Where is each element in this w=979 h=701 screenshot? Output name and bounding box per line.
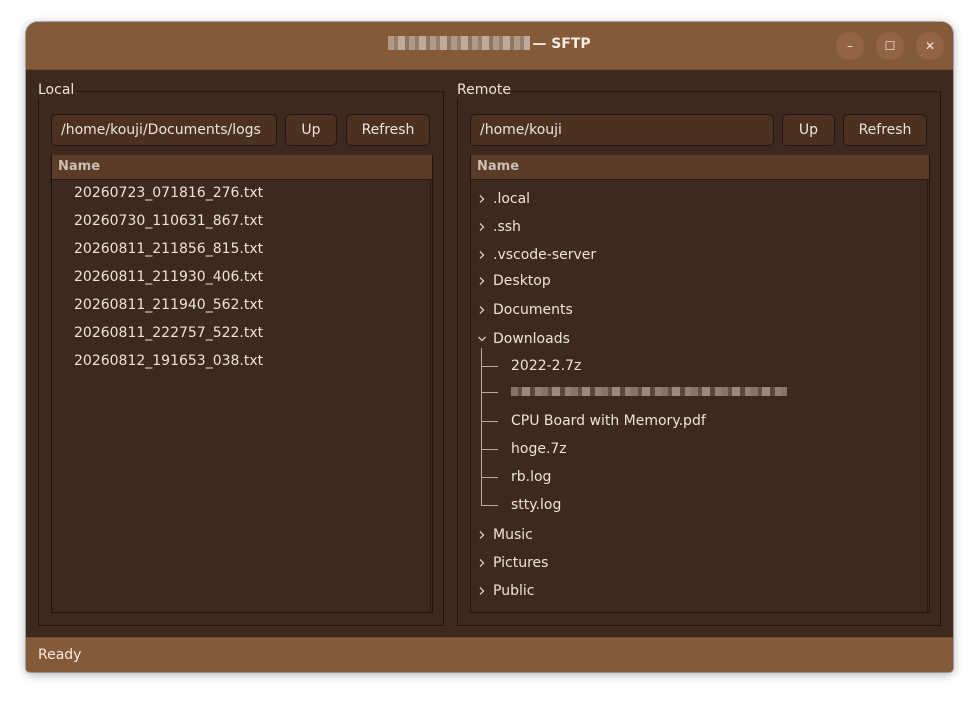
remote-folder-row[interactable]: Pictures bbox=[471, 554, 911, 572]
local-file-row[interactable]: 20260812_191653_038.txt bbox=[74, 352, 263, 370]
window-title: — SFTP bbox=[26, 36, 953, 52]
tree-branch-line bbox=[481, 421, 498, 422]
local-path-input[interactable]: /home/kouji/Documents/logs bbox=[51, 114, 277, 146]
local-file-list[interactable]: Name 20260723_071816_276.txt 20260730_110… bbox=[51, 155, 433, 613]
chevron-right-icon[interactable] bbox=[476, 585, 488, 597]
local-scrollbar[interactable] bbox=[430, 180, 431, 612]
chevron-down-icon[interactable] bbox=[476, 333, 488, 345]
folder-name: Desktop bbox=[493, 273, 551, 289]
status-bar: Ready bbox=[26, 637, 953, 672]
blurred-hostname bbox=[388, 36, 531, 50]
sftp-window: — SFTP – ☐ ✕ Local /home/kouji/Documents… bbox=[26, 22, 953, 672]
tree-branch-line bbox=[481, 366, 498, 367]
tree-branch-line bbox=[481, 449, 498, 450]
close-button[interactable]: ✕ bbox=[916, 32, 944, 60]
chevron-right-icon[interactable] bbox=[476, 529, 488, 541]
local-file-row[interactable]: 20260811_211940_562.txt bbox=[74, 296, 263, 314]
folder-name: .local bbox=[493, 191, 531, 207]
chevron-right-icon[interactable] bbox=[476, 557, 488, 569]
remote-folder-row[interactable]: Documents bbox=[471, 301, 911, 319]
chevron-right-icon[interactable] bbox=[476, 193, 488, 205]
remote-folder-row[interactable]: .ssh bbox=[471, 218, 911, 236]
remote-file-row[interactable]: 2022-2.7z bbox=[511, 357, 581, 375]
folder-name: .ssh bbox=[493, 219, 521, 235]
folder-name: Downloads bbox=[493, 331, 570, 347]
remote-folder-row[interactable]: Music bbox=[471, 526, 911, 544]
remote-folder-row[interactable]: Downloads bbox=[471, 330, 911, 348]
remote-file-row[interactable]: hoge.7z bbox=[511, 440, 567, 458]
remote-path-input[interactable]: /home/kouji bbox=[470, 114, 774, 146]
folder-name: .vscode-server bbox=[493, 247, 597, 263]
tree-branch-line bbox=[481, 505, 498, 506]
remote-file-row-redacted[interactable] bbox=[511, 387, 787, 396]
remote-up-button[interactable]: Up bbox=[782, 114, 835, 146]
local-refresh-button[interactable]: Refresh bbox=[346, 114, 430, 146]
tree-branch-line bbox=[481, 392, 498, 393]
tree-branch-line bbox=[481, 348, 482, 505]
remote-folder-row[interactable]: Desktop bbox=[471, 272, 911, 290]
remote-file-row[interactable]: CPU Board with Memory.pdf bbox=[511, 412, 706, 430]
chevron-right-icon[interactable] bbox=[476, 304, 488, 316]
maximize-button[interactable]: ☐ bbox=[876, 32, 904, 60]
remote-refresh-button[interactable]: Refresh bbox=[843, 114, 927, 146]
remote-label: Remote bbox=[455, 82, 514, 98]
local-name-column-header[interactable]: Name bbox=[52, 155, 432, 180]
remote-file-tree[interactable]: Name .config.local.ssh.vscode-serverDesk… bbox=[470, 155, 930, 613]
local-up-button[interactable]: Up bbox=[285, 114, 337, 146]
minimize-button[interactable]: – bbox=[836, 32, 864, 60]
remote-file-row[interactable]: rb.log bbox=[511, 468, 551, 486]
remote-folder-row[interactable]: .local bbox=[471, 190, 911, 208]
remote-file-row[interactable]: stty.log bbox=[511, 496, 561, 514]
remote-folder-row[interactable]: Public bbox=[471, 582, 911, 600]
local-file-row[interactable]: 20260811_211856_815.txt bbox=[74, 240, 263, 258]
remote-scrollbar[interactable] bbox=[927, 180, 928, 612]
tree-branch-line bbox=[481, 477, 498, 478]
local-label: Local bbox=[36, 82, 77, 98]
local-file-row[interactable]: 20260811_222757_522.txt bbox=[74, 324, 263, 342]
folder-name: Documents bbox=[493, 302, 573, 318]
chevron-right-icon[interactable] bbox=[476, 221, 488, 233]
chevron-right-icon[interactable] bbox=[476, 275, 488, 287]
local-file-row[interactable]: 20260730_110631_867.txt bbox=[74, 212, 263, 230]
local-file-row[interactable]: 20260811_211930_406.txt bbox=[74, 268, 263, 286]
chevron-right-icon[interactable] bbox=[476, 249, 488, 261]
local-file-row[interactable]: 20260723_071816_276.txt bbox=[74, 184, 263, 202]
folder-name: Public bbox=[493, 583, 535, 599]
folder-name: Music bbox=[493, 527, 533, 543]
folder-name: Pictures bbox=[493, 555, 549, 571]
title-bar[interactable]: — SFTP – ☐ ✕ bbox=[26, 22, 953, 70]
remote-name-column-header[interactable]: Name bbox=[471, 155, 929, 180]
remote-folder-row[interactable]: .vscode-server bbox=[471, 246, 911, 264]
